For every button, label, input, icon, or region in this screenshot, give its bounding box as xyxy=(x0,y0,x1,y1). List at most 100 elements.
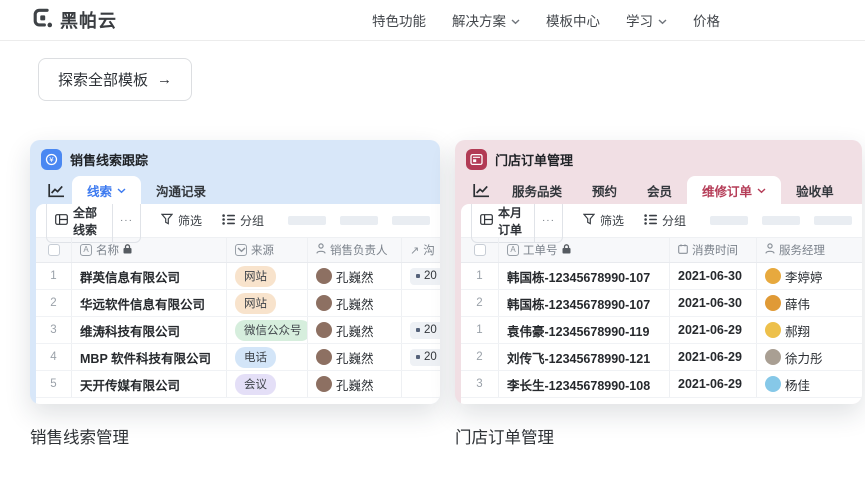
group-button[interactable]: 分组 xyxy=(222,212,264,229)
column-header[interactable]: A名称 xyxy=(72,238,227,262)
chevron-down-icon xyxy=(757,183,766,197)
template-card-sales-leads[interactable]: ¥ 销售线索跟踪 线索沟通记录 xyxy=(30,140,440,404)
table-row[interactable]: 1韩国栋-12345678990-1072021-06-30李婷婷 xyxy=(461,263,862,290)
linked-record-pill[interactable]: 20 xyxy=(410,349,440,366)
tab-3-active[interactable]: 维修订单 xyxy=(687,176,781,204)
avatar xyxy=(765,268,781,284)
column-header[interactable]: A工单号 xyxy=(499,238,670,262)
tab-2[interactable]: 会员 xyxy=(632,176,687,204)
arrow-right-icon: → xyxy=(157,71,172,88)
text-cell: 韩国栋-12345678990-107 xyxy=(499,263,670,289)
group-icon xyxy=(222,214,235,228)
tab-1[interactable]: 预约 xyxy=(577,176,632,204)
table-row[interactable]: 2刘传飞-12345678990-1212021-06-29徐力彤 xyxy=(461,344,862,371)
table-toolbar: 全部线索 ··· 筛选 xyxy=(36,204,440,237)
text-field-icon: A xyxy=(80,244,92,256)
table-row[interactable]: 2华远软件信息有限公司网站孔巍然 xyxy=(36,290,440,317)
template-card-store-orders[interactable]: 门店订单管理 服务品类预约会员维修订单验收单 xyxy=(455,140,862,404)
table-sheet: 全部线索 ··· 筛选 xyxy=(36,204,440,404)
logo-text: 黑帕云 xyxy=(60,7,117,33)
option-tag: 电话 xyxy=(235,347,276,368)
explore-templates-button[interactable]: 探索全部模板 → xyxy=(38,58,192,101)
coin-icon: ¥ xyxy=(41,149,62,170)
column-header[interactable]: 消费时间 xyxy=(670,238,757,262)
column-header[interactable]: 销售负责人 xyxy=(308,238,402,262)
option-tag: 网站 xyxy=(235,293,276,314)
option-tag: 微信公众号 xyxy=(235,320,308,341)
person-cell: 薛伟 xyxy=(757,290,862,316)
table-header: A工单号消费时间服务经理 xyxy=(461,237,862,263)
select-all-cell[interactable] xyxy=(461,238,499,262)
filter-button[interactable]: 筛选 xyxy=(583,212,624,229)
nav-item-1[interactable]: 解决方案 xyxy=(452,10,520,30)
more-options-icon[interactable]: ··· xyxy=(534,204,562,242)
table-row[interactable]: 1群英信息有限公司网站孔巍然20 xyxy=(36,263,440,290)
text-cell: 天开传媒有限公司 xyxy=(72,371,227,397)
text-cell: 华远软件信息有限公司 xyxy=(72,290,227,316)
tab-bar: 服务品类预约会员维修订单验收单 xyxy=(455,174,862,204)
checkbox[interactable] xyxy=(474,244,486,256)
linked-record-pill[interactable]: 20 xyxy=(410,322,440,339)
table-view-icon xyxy=(55,214,68,228)
toolbar-placeholders xyxy=(710,216,852,225)
calendar-icon xyxy=(678,244,688,257)
column-header[interactable]: ↗沟 xyxy=(402,238,440,262)
top-nav: 黑帕云 特色功能 解决方案 模板中心 学习 价格 xyxy=(0,0,865,41)
column-header[interactable]: 服务经理 xyxy=(757,238,862,262)
group-button[interactable]: 分组 xyxy=(644,212,686,229)
view-switcher[interactable]: 全部线索 ··· xyxy=(46,204,141,243)
avatar xyxy=(316,322,332,338)
table-row[interactable]: 3维涛科技有限公司微信公众号孔巍然20 xyxy=(36,317,440,344)
funnel-icon xyxy=(161,213,173,228)
chart-icon[interactable] xyxy=(40,176,72,204)
tab-4[interactable]: 验收单 xyxy=(781,176,849,204)
chevron-down-icon xyxy=(658,13,667,28)
nav-item-2[interactable]: 模板中心 xyxy=(546,10,600,30)
avatar xyxy=(765,376,781,392)
linked-record-cell xyxy=(402,371,440,397)
tag-cell: 网站 xyxy=(227,290,308,316)
table-row[interactable]: 2韩国栋-12345678990-1072021-06-30薛伟 xyxy=(461,290,862,317)
row-number: 1 xyxy=(36,263,72,289)
tag-cell: 电话 xyxy=(227,344,308,370)
avatar xyxy=(316,376,332,392)
table-row[interactable]: 4MBP 软件科技有限公司电话孔巍然20 xyxy=(36,344,440,371)
nav-item-3[interactable]: 学习 xyxy=(626,10,667,30)
row-number: 2 xyxy=(461,290,499,316)
text-cell: 2021-06-29 xyxy=(670,371,757,397)
view-switcher[interactable]: 本月订单 ··· xyxy=(471,204,563,243)
tab-0[interactable]: 服务品类 xyxy=(497,176,577,204)
avatar xyxy=(765,322,781,338)
group-icon xyxy=(644,214,657,228)
select-all-cell[interactable] xyxy=(36,238,72,262)
text-cell: 2021-06-30 xyxy=(670,290,757,316)
row-number: 2 xyxy=(36,290,72,316)
person-cell: 杨佳 xyxy=(757,371,862,397)
svg-text:¥: ¥ xyxy=(49,155,54,164)
option-tag: 会议 xyxy=(235,374,276,395)
table-view-icon xyxy=(480,214,493,228)
more-options-icon[interactable]: ··· xyxy=(112,204,140,242)
filter-button[interactable]: 筛选 xyxy=(161,212,202,229)
lock-icon xyxy=(562,244,571,257)
landing-page: 黑帕云 特色功能解决方案模板中心学习价格 探索全部模板 → ¥ 销售线索跟踪 xyxy=(0,0,865,490)
linked-record-pill[interactable]: 20 xyxy=(410,268,440,285)
nav-item-0[interactable]: 特色功能 xyxy=(372,10,426,30)
nav-item-4[interactable]: 价格 xyxy=(693,10,720,30)
table-row[interactable]: 3李长生-12345678990-1082021-06-29杨佳 xyxy=(461,371,862,398)
table-body: 1韩国栋-12345678990-1072021-06-30李婷婷2韩国栋-12… xyxy=(461,263,862,398)
text-cell: 2021-06-30 xyxy=(670,263,757,289)
table-row[interactable]: 5天开传媒有限公司会议孔巍然 xyxy=(36,371,440,398)
select-field-icon xyxy=(235,244,247,256)
column-header[interactable]: 来源 xyxy=(227,238,308,262)
text-cell: 刘传飞-12345678990-121 xyxy=(499,344,670,370)
avatar xyxy=(765,349,781,365)
chevron-down-icon xyxy=(511,13,520,28)
person-cell: 孔巍然 xyxy=(308,263,402,289)
logo[interactable]: 黑帕云 xyxy=(32,7,117,34)
checkbox[interactable] xyxy=(48,244,60,256)
chart-icon[interactable] xyxy=(465,176,497,204)
tab-1[interactable]: 沟通记录 xyxy=(141,176,221,204)
tab-0-active[interactable]: 线索 xyxy=(72,176,141,204)
table-row[interactable]: 1袁伟豪-12345678990-1192021-06-29郝翔 xyxy=(461,317,862,344)
